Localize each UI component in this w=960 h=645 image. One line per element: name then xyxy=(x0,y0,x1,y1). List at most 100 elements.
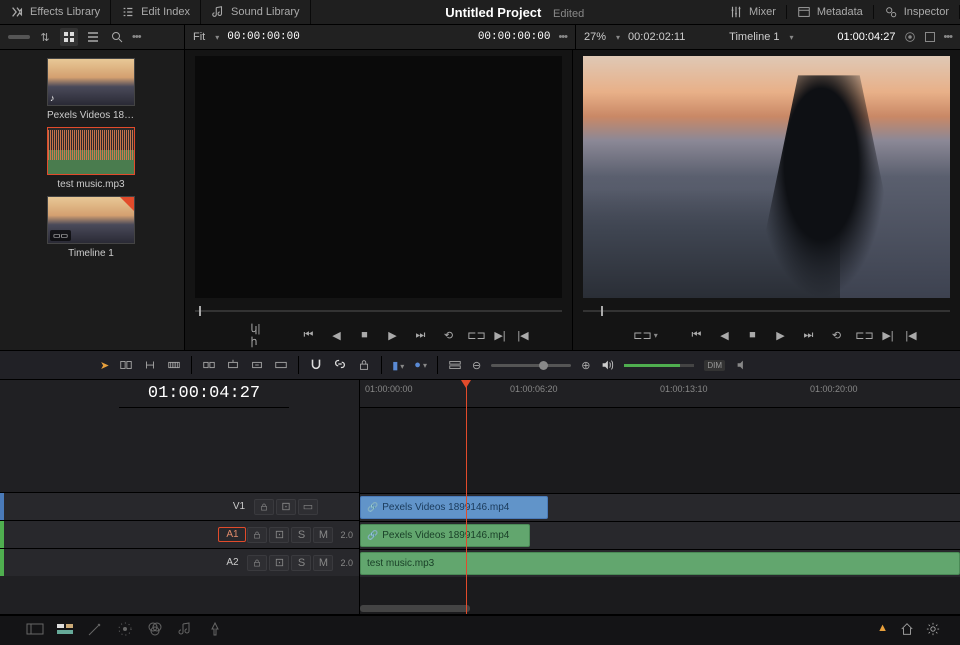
timeline-ruler[interactable]: 01:00:00:00 01:00:06:20 01:00:13:10 01:0… xyxy=(360,380,960,408)
clip-a2[interactable]: test music.mp3 xyxy=(360,552,960,575)
home-button[interactable] xyxy=(900,622,914,639)
stop-button[interactable]: ■ xyxy=(746,328,760,342)
in-point-button[interactable]: ▶| xyxy=(882,328,895,342)
edit-index-tab[interactable]: Edit Index xyxy=(111,0,201,24)
trim-tool[interactable] xyxy=(119,358,133,372)
track-head-a2[interactable]: A2 ⊡ S M 2.0 xyxy=(0,548,359,576)
mute-button[interactable]: M xyxy=(313,555,333,571)
play-button[interactable]: ▶ xyxy=(386,328,400,342)
media-pool[interactable]: ♪ Pexels Videos 18991... test music.mp3 … xyxy=(0,50,185,350)
out-point-button[interactable]: |◀ xyxy=(905,328,918,342)
flag-button[interactable]: ▮▾ xyxy=(392,359,404,372)
first-frame-button[interactable]: ⏮ xyxy=(690,328,704,342)
track-head-v1[interactable]: V1 ⊡ ▭ xyxy=(0,492,359,520)
warning-icon[interactable]: ▲ xyxy=(877,622,888,639)
media-clip-timeline[interactable]: ▭▭ Timeline 1 xyxy=(47,196,137,259)
lock-icon[interactable] xyxy=(247,527,267,543)
track-label[interactable]: A1 xyxy=(218,527,246,542)
track-v1[interactable]: 🔗 Pexels Videos 1899146.mp4 xyxy=(360,493,960,521)
track-head-a1[interactable]: A1 ⊡ S M 2.0 xyxy=(0,520,359,548)
dim-button[interactable]: DIM xyxy=(704,360,725,371)
src-zoom-fit[interactable]: Fit xyxy=(193,31,205,43)
in-point-button[interactable]: ▶| xyxy=(494,328,507,342)
lock-button[interactable] xyxy=(357,358,371,372)
fit-to-fill-button[interactable] xyxy=(274,358,288,372)
grid-view-button[interactable] xyxy=(60,28,78,46)
zoom-slider[interactable] xyxy=(491,364,571,367)
playhead[interactable] xyxy=(466,380,467,614)
loop-mode-button[interactable]: ⊏⊐▾ xyxy=(639,328,653,342)
timeline-view-options[interactable] xyxy=(448,358,462,372)
settings-button[interactable] xyxy=(926,622,940,639)
source-frame[interactable] xyxy=(195,56,562,298)
mixer-tab[interactable]: Mixer xyxy=(719,5,787,19)
clip-v1[interactable]: 🔗 Pexels Videos 1899146.mp4 xyxy=(360,496,548,519)
prog-tc[interactable]: 01:00:04:27 xyxy=(837,31,895,43)
media-page-button[interactable] xyxy=(20,622,50,639)
dynamic-trim-tool[interactable] xyxy=(143,358,157,372)
cut-page-button[interactable] xyxy=(50,622,80,639)
timeline-timecode[interactable]: 01:00:04:27 xyxy=(119,380,289,408)
auto-select-icon[interactable]: ⊡ xyxy=(276,499,296,515)
clip-a1[interactable]: 🔗 Pexels Videos 1899146.mp4 xyxy=(360,524,530,547)
play-button[interactable]: ▶ xyxy=(774,328,788,342)
prog-zoom-pct[interactable]: 27% xyxy=(584,31,606,43)
list-view-button[interactable] xyxy=(84,28,102,46)
timeline-tracks[interactable]: 01:00:00:00 01:00:06:20 01:00:13:10 01:0… xyxy=(360,380,960,614)
media-options-button[interactable]: ••• xyxy=(132,31,141,43)
fusion-page-button[interactable] xyxy=(110,621,140,640)
track-a2[interactable]: test music.mp3 xyxy=(360,549,960,577)
first-frame-button[interactable]: ⏮ xyxy=(302,328,316,342)
match-frame-button[interactable]: ⊏⊐ xyxy=(470,328,484,342)
marker-button[interactable]: ●▾ xyxy=(414,359,427,371)
stop-button[interactable]: ■ xyxy=(358,328,372,342)
blade-tool[interactable] xyxy=(167,358,181,372)
fairlight-page-button[interactable] xyxy=(170,621,200,640)
auto-select-icon[interactable]: ⊡ xyxy=(269,555,289,571)
lock-icon[interactable] xyxy=(254,499,274,515)
track-a1[interactable]: 🔗 Pexels Videos 1899146.mp4 xyxy=(360,521,960,549)
edit-page-button[interactable] xyxy=(80,621,110,640)
timeline-selector[interactable]: Timeline 1 xyxy=(729,31,779,43)
match-frame-button[interactable]: ⊏⊐ xyxy=(858,328,872,342)
solo-button[interactable]: S xyxy=(291,555,311,571)
inspector-tab[interactable]: Inspector xyxy=(874,5,960,19)
timeline-scrollbar[interactable] xyxy=(360,605,470,612)
out-point-button[interactable]: |◀ xyxy=(517,328,530,342)
volume-icon[interactable] xyxy=(600,358,614,372)
source-jog[interactable] xyxy=(195,302,562,320)
zoom-out-button[interactable]: ⊖ xyxy=(472,359,481,372)
media-clip-audio[interactable]: test music.mp3 xyxy=(47,127,137,190)
effects-library-tab[interactable]: Effects Library xyxy=(0,0,111,24)
step-fwd-button[interactable]: ⏭ xyxy=(414,328,428,342)
auto-select-icon[interactable]: ⊡ xyxy=(269,527,289,543)
step-back-button[interactable]: ◀ xyxy=(718,328,732,342)
single-viewer-button[interactable] xyxy=(925,32,935,42)
volume-slider[interactable] xyxy=(624,364,694,367)
selection-tool[interactable]: ➤ xyxy=(100,359,109,372)
thumb-zoom-slider[interactable] xyxy=(8,35,30,39)
lock-icon[interactable] xyxy=(247,555,267,571)
mute-button[interactable]: M xyxy=(313,527,333,543)
bypass-grade-icon[interactable] xyxy=(903,30,917,44)
loop-button[interactable]: ⟲ xyxy=(830,328,844,342)
track-label[interactable]: V1 xyxy=(225,501,253,512)
link-button[interactable] xyxy=(333,357,347,374)
src-tc-in[interactable]: 00:00:00:00 xyxy=(227,31,300,43)
track-label[interactable]: A2 xyxy=(218,557,246,568)
frame-icon[interactable]: ▭ xyxy=(298,499,318,515)
search-button[interactable] xyxy=(108,28,126,46)
media-clip-video[interactable]: ♪ Pexels Videos 18991... xyxy=(47,58,137,121)
solo-button[interactable]: S xyxy=(291,527,311,543)
replace-clip-button[interactable] xyxy=(250,358,264,372)
color-page-button[interactable] xyxy=(140,621,170,640)
program-jog[interactable] xyxy=(583,302,950,320)
metadata-tab[interactable]: Metadata xyxy=(787,5,874,19)
zoom-in-button[interactable]: ⊕ xyxy=(581,359,590,372)
snap-button[interactable] xyxy=(309,357,323,374)
sort-button[interactable]: ⇅ xyxy=(36,28,54,46)
deliver-page-button[interactable] xyxy=(200,621,230,640)
audio-scrub-icon[interactable]: կ|ի xyxy=(251,328,265,342)
step-fwd-button[interactable]: ⏭ xyxy=(802,328,816,342)
program-frame[interactable] xyxy=(583,56,950,298)
